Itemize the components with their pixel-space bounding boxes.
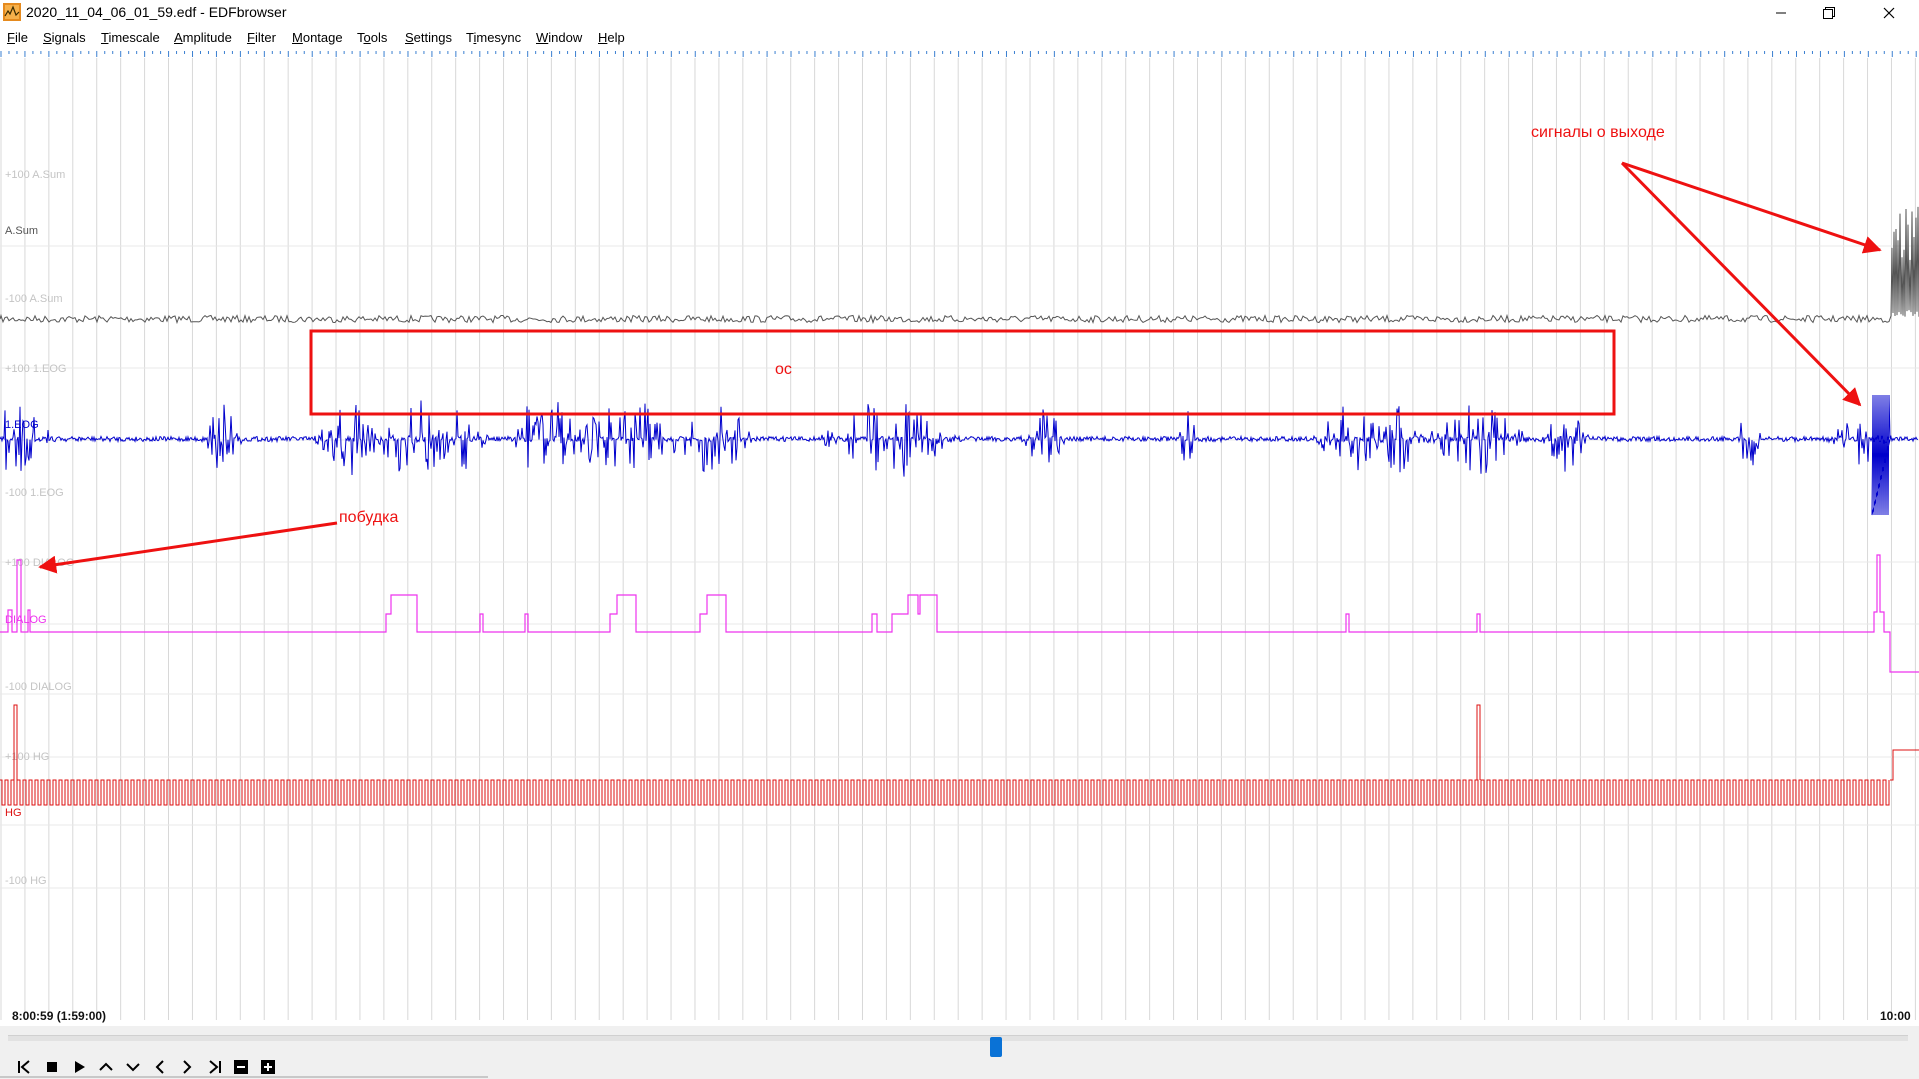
- time-scrollbar-thumb[interactable]: [990, 1037, 1002, 1057]
- restore-icon: [1823, 6, 1835, 19]
- menu-settings[interactable]: Settings: [405, 30, 452, 45]
- menu-window[interactable]: Window: [536, 30, 582, 45]
- back-icon: [155, 1060, 164, 1074]
- menu-montage[interactable]: Montage: [292, 30, 343, 45]
- skip-start-button[interactable]: [14, 1056, 36, 1078]
- wake-arrow: [38, 521, 338, 574]
- zoom-out-button[interactable]: [230, 1056, 252, 1078]
- close-button[interactable]: [1866, 0, 1912, 25]
- eog-lower-label: -100 1.EOG: [5, 487, 64, 499]
- highlight-box-label: ос: [775, 361, 792, 378]
- menu-bar: File Signals Timescale Amplitude Filter Monta…: [0, 26, 1919, 48]
- restore-button[interactable]: [1806, 0, 1852, 25]
- zoom-in-button[interactable]: [257, 1056, 279, 1078]
- menu-file[interactable]: File: [7, 30, 28, 45]
- exit-arrow-2: [1620, 161, 1862, 407]
- menu-timesync[interactable]: Timesync: [466, 30, 521, 45]
- exit-signals-label: сигналы о выходе: [1531, 124, 1665, 141]
- amp-down-button[interactable]: [122, 1056, 144, 1078]
- zoom-out-icon: [234, 1060, 248, 1074]
- asum-lower-label: -100 A.Sum: [5, 293, 62, 305]
- bottom-toolbar: [0, 1026, 1919, 1079]
- hg-label: HG: [5, 807, 22, 819]
- zoom-in-icon: [261, 1060, 275, 1074]
- title-bar: 2020_11_04_06_01_59.edf - EDFbrowser: [0, 0, 1919, 25]
- stop-button[interactable]: [41, 1056, 63, 1078]
- minimize-icon: [1776, 12, 1786, 13]
- play-button[interactable]: [68, 1056, 90, 1078]
- menu-tools[interactable]: Tools: [357, 30, 387, 45]
- time-scrollbar[interactable]: [8, 1035, 1908, 1057]
- forward-button[interactable]: [176, 1056, 198, 1078]
- back-button[interactable]: [149, 1056, 171, 1078]
- forward-icon: [183, 1060, 192, 1074]
- window-title: 2020_11_04_06_01_59.edf - EDFbrowser: [26, 4, 287, 20]
- menu-filter[interactable]: Filter: [247, 30, 276, 45]
- skip-end-button[interactable]: [203, 1056, 225, 1078]
- highlight-box: [309, 329, 1616, 416]
- exit-arrow-1: [1621, 161, 1882, 254]
- skip-start-icon: [18, 1060, 30, 1074]
- asum-upper-label: +100 A.Sum: [5, 169, 65, 181]
- dialog-label: DIALOG: [5, 614, 47, 626]
- grid-lines: [0, 58, 1919, 1020]
- menu-signals[interactable]: Signals: [43, 30, 86, 45]
- wake-label: побудка: [339, 509, 399, 526]
- hg-upper-label: +100 HG: [5, 751, 49, 763]
- stop-icon: [47, 1062, 57, 1072]
- hg-lower-label: -100 HG: [5, 875, 47, 887]
- eog-upper-label: +100 1.EOG: [5, 363, 66, 375]
- play-icon: [75, 1061, 85, 1073]
- signal-viewer: +100 A.Sum A.Sum -100 A.Sum +100 1.EOG 1…: [0, 51, 1919, 1023]
- app-icon: [3, 3, 21, 21]
- status-line: [0, 1076, 488, 1078]
- end-time: 10:00: [1880, 1009, 1911, 1023]
- asum-label: A.Sum: [5, 225, 38, 237]
- start-time: 8:00:59 (1:59:00): [12, 1009, 106, 1023]
- amp-up-icon: [99, 1062, 113, 1071]
- skip-end-icon: [209, 1060, 221, 1074]
- amp-up-button[interactable]: [95, 1056, 117, 1078]
- dialog-lower-label: -100 DIALOG: [5, 681, 72, 693]
- close-icon: [1883, 7, 1895, 18]
- menu-amplitude[interactable]: Amplitude: [174, 30, 232, 45]
- menu-help[interactable]: Help: [598, 30, 625, 45]
- minimize-button[interactable]: [1758, 0, 1804, 25]
- amp-down-icon: [126, 1063, 140, 1072]
- time-ruler: [0, 51, 1917, 57]
- menu-timescale[interactable]: Timescale: [101, 30, 160, 45]
